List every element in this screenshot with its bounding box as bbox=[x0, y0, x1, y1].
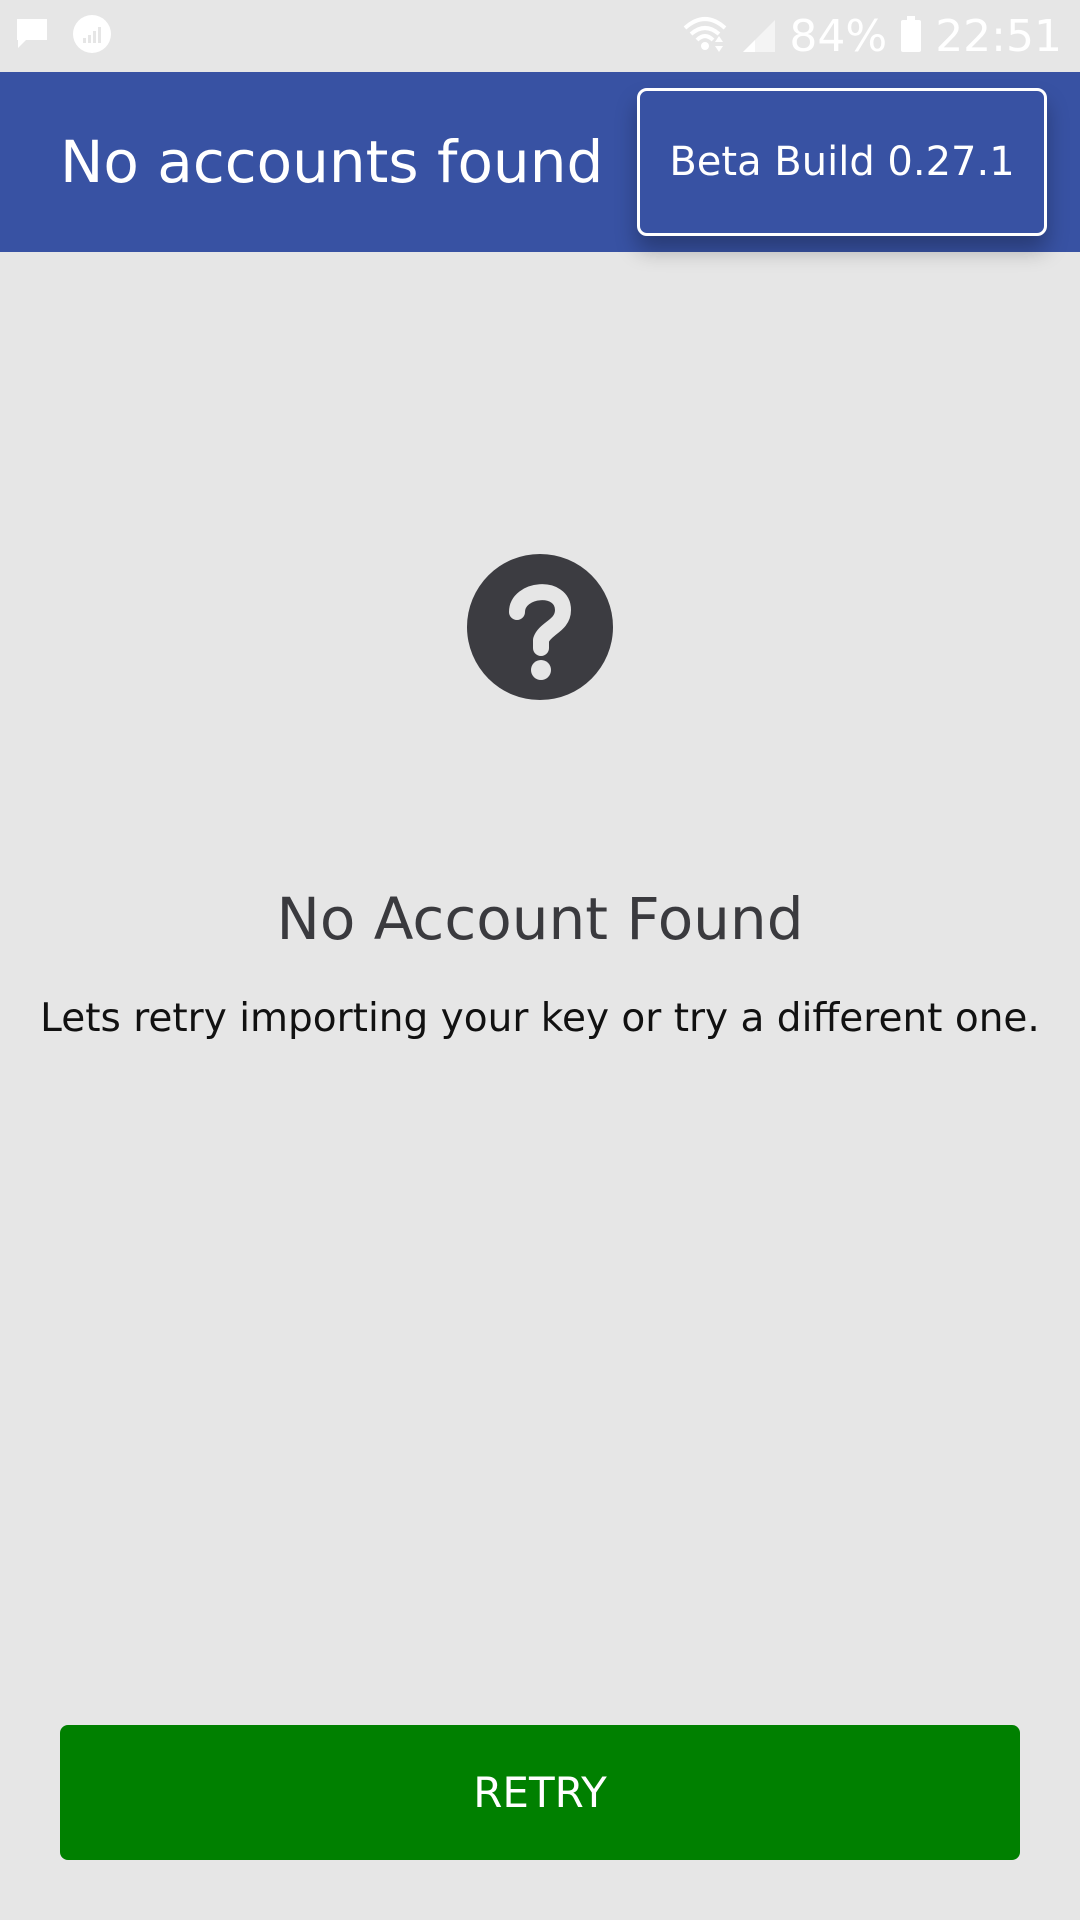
signal-icon bbox=[741, 14, 777, 58]
message-icon bbox=[14, 16, 50, 56]
page-title: No accounts found bbox=[60, 128, 604, 196]
build-version-badge: Beta Build 0.27.1 bbox=[637, 88, 1047, 236]
help-circle-icon bbox=[467, 554, 613, 700]
wifi-icon bbox=[681, 14, 729, 58]
empty-state-message: Lets retry importing your key or try a d… bbox=[40, 996, 1040, 1041]
notification-icons bbox=[14, 14, 112, 58]
battery-icon bbox=[899, 14, 923, 58]
system-status: 84% 22:51 bbox=[681, 6, 1062, 66]
battery-percent: 84% bbox=[789, 10, 888, 62]
retry-button[interactable]: RETRY bbox=[60, 1725, 1020, 1860]
empty-state-title: No Account Found bbox=[276, 885, 804, 953]
data-usage-icon bbox=[72, 14, 112, 58]
screen: 84% 22:51 No accounts found Beta Build 0… bbox=[0, 0, 1080, 1920]
status-bar: 84% 22:51 bbox=[0, 0, 1080, 72]
clock: 22:51 bbox=[935, 10, 1062, 62]
